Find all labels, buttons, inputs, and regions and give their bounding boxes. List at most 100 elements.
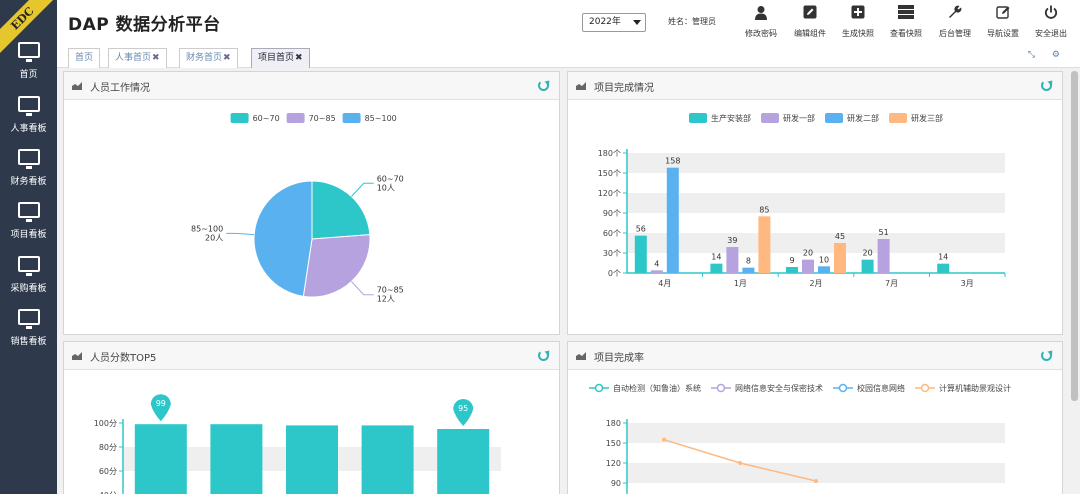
bar — [818, 266, 830, 273]
admin-button[interactable]: 后台管理 — [933, 5, 977, 39]
fullscreen-icon[interactable]: ⤡ — [1028, 50, 1035, 60]
sidebar-item-label: 采购看板 — [10, 284, 47, 294]
logout-button[interactable]: 安全退出 — [1029, 5, 1073, 39]
tab-label: 项目首页 — [258, 53, 295, 63]
close-icon[interactable]: ✖ — [152, 53, 160, 63]
sidebar-item-label: 销售看板 — [10, 337, 47, 347]
sidebar-item-project-board[interactable]: 项目看板 — [0, 202, 57, 254]
app-title: DAP 数据分析平台 — [68, 15, 221, 35]
bar — [877, 239, 890, 273]
page-scrollbar[interactable] — [1069, 68, 1080, 494]
power-icon — [1029, 5, 1073, 23]
tool-label: 导航设置 — [987, 29, 1019, 38]
bar-value-label: 51 — [879, 228, 889, 237]
y-tick-label: 120 — [606, 459, 621, 468]
tab-tools: ⤡ ⚙ — [1014, 50, 1060, 60]
tabs-bar: 首页 人事首页✖ 财务首页✖ 项目首页✖ ⤡ ⚙ — [57, 46, 1080, 68]
series-point — [814, 479, 818, 483]
sidebar-item-purchase-board[interactable]: 采购看板 — [0, 256, 57, 308]
panel-title: 人员工作情况 — [90, 83, 150, 94]
bar-pin-label: 95 — [458, 404, 468, 413]
monitor-icon — [17, 42, 40, 62]
bar-value-label: 10 — [819, 255, 829, 264]
tool-label: 安全退出 — [1035, 29, 1067, 38]
sidebar-item-label: 首页 — [19, 70, 38, 80]
chevron-down-icon — [633, 20, 641, 25]
legend-swatch — [230, 113, 249, 123]
bar — [437, 429, 490, 494]
refresh-icon[interactable] — [538, 80, 549, 91]
y-tick-label: 90个 — [603, 209, 621, 218]
pie-legend-label: 85~100 — [365, 114, 397, 123]
pie-slice-name: 85~100 — [191, 224, 223, 233]
tab-hr-home[interactable]: 人事首页✖ — [108, 48, 167, 68]
pie-slice-label: 12人 — [377, 295, 395, 304]
y-tick-label: 30个 — [603, 249, 621, 258]
sidebar-item-finance-board[interactable]: 财务看板 — [0, 149, 57, 201]
refresh-icon[interactable] — [538, 350, 549, 361]
refresh-icon[interactable] — [1041, 350, 1052, 361]
bar-value-label: 4 — [654, 259, 659, 268]
pie-legend-label: 70~85 — [309, 114, 336, 123]
refresh-icon[interactable] — [1041, 80, 1052, 91]
x-tick-label: 1月 — [734, 279, 747, 288]
grid-band — [627, 193, 1005, 213]
gear-icon[interactable]: ⚙ — [1052, 50, 1060, 60]
panel-header: 项目完成情况 — [568, 72, 1062, 100]
sidebar-item-hr-board[interactable]: 人事看板 — [0, 96, 57, 148]
line-legend-label: 自动检测（知鲁油）系统 — [613, 383, 701, 393]
y-tick-label: 180个 — [598, 149, 621, 158]
edit-icon — [788, 5, 832, 23]
pencil-square-icon — [981, 5, 1025, 23]
year-select[interactable]: 2022年 — [582, 13, 646, 32]
edit-component-button[interactable]: 编辑组件 — [788, 5, 832, 39]
pie-slice — [253, 180, 313, 297]
tool-label: 查看快照 — [890, 29, 922, 38]
tab-project-home[interactable]: 项目首页✖ — [251, 48, 310, 68]
bar-value-label: 45 — [835, 232, 845, 241]
tool-label: 修改密码 — [745, 29, 777, 38]
y-tick-label: 150个 — [598, 169, 621, 178]
close-icon[interactable]: ✖ — [295, 53, 303, 63]
y-tick-label: 0个 — [608, 269, 621, 278]
pie-slice-label: 10人 — [377, 183, 395, 192]
bar — [937, 263, 950, 273]
monitor-icon — [17, 96, 40, 116]
legend-swatch — [889, 113, 907, 123]
bar-value-label: 9 — [789, 256, 794, 265]
legend-marker-icon — [920, 383, 930, 393]
bar-value-label: 8 — [746, 257, 751, 266]
bar — [726, 247, 739, 273]
close-icon[interactable]: ✖ — [223, 53, 231, 63]
y-tick-label: 180 — [606, 419, 621, 428]
legend-swatch — [825, 113, 843, 123]
y-tick-label: 80分 — [99, 443, 117, 452]
pie-label-line — [351, 182, 374, 197]
x-tick-label: 7月 — [885, 279, 898, 288]
create-snapshot-button[interactable]: 生成快照 — [836, 5, 880, 39]
legend-swatch — [342, 113, 361, 123]
nav-settings-button[interactable]: 导航设置 — [981, 5, 1025, 39]
panel-title: 项目完成情况 — [594, 83, 654, 94]
bar-value-label: 39 — [727, 236, 737, 245]
area-chart-icon — [576, 82, 586, 90]
scrollbar-thumb[interactable] — [1071, 71, 1078, 401]
view-snapshot-button[interactable]: 查看快照 — [884, 5, 928, 39]
bar — [634, 235, 647, 273]
y-tick-label: 100分 — [94, 419, 117, 428]
completion-rate-line-chart: 自动检测（知鲁油）系统 网络信息安全与保密技术 校园信息网络 计算机辅助景观设计 90 1… — [589, 383, 1011, 494]
tab-label: 财务首页 — [186, 53, 223, 63]
change-password-button[interactable]: 修改密码 — [739, 5, 783, 39]
year-select-value: 2022年 — [589, 17, 621, 27]
staff-top5-panel: 人员分数TOP5 40分60分80分100分9995 — [63, 341, 560, 494]
grid-band — [627, 233, 1005, 253]
panel-header: 项目完成率 — [568, 342, 1062, 370]
sidebar-item-home[interactable]: 首页 — [0, 42, 57, 94]
series-point — [738, 461, 742, 465]
tab-home[interactable]: 首页 — [68, 48, 101, 68]
pie-legend-label: 60~70 — [253, 114, 280, 123]
tab-finance-home[interactable]: 财务首页✖ — [179, 48, 238, 68]
sidebar-item-sales-board[interactable]: 销售看板 — [0, 309, 57, 361]
y-tick-label: 120个 — [598, 189, 621, 198]
legend-marker-icon — [838, 383, 848, 393]
